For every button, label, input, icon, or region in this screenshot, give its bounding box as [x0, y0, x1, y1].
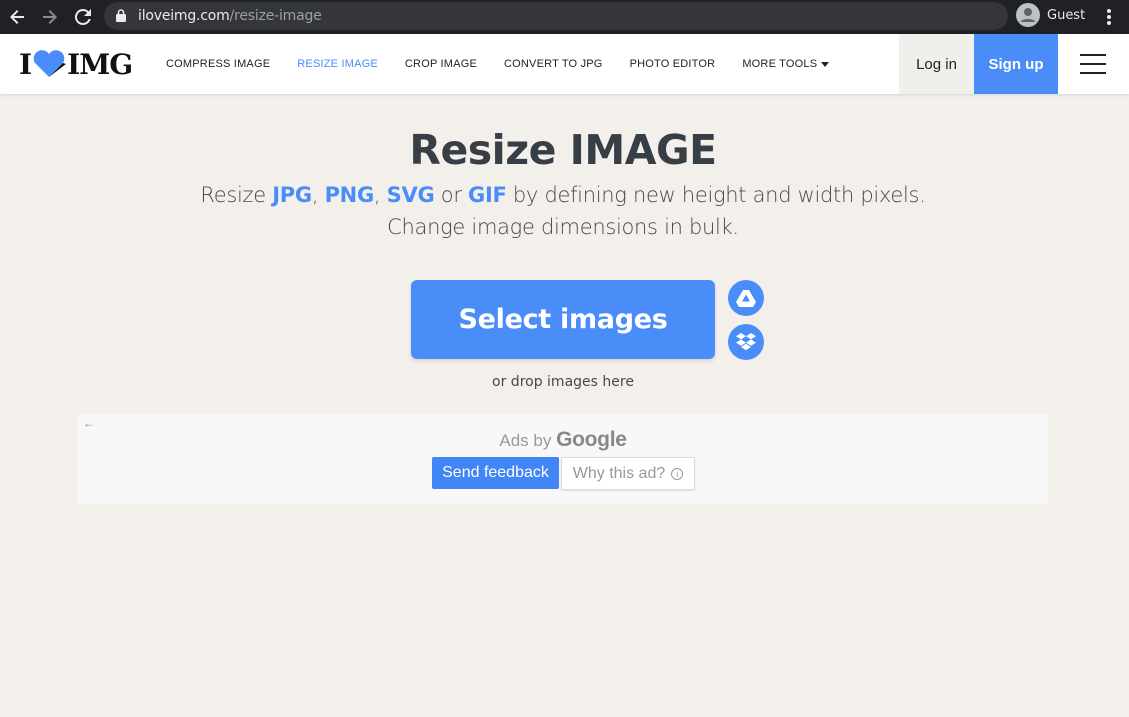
format-svg: SVG — [386, 183, 435, 207]
drop-hint: or drop images here — [492, 374, 634, 390]
send-feedback-button[interactable]: Send feedback — [432, 457, 559, 489]
forward-arrow-icon — [43, 10, 57, 24]
nav-more-tools[interactable]: MORE TOOLS — [742, 58, 830, 70]
url-text: iloveimg.com/resize-image — [138, 8, 322, 24]
hamburger-icon[interactable] — [1080, 54, 1106, 74]
reload-icon — [75, 9, 91, 25]
google-drive-icon — [736, 290, 756, 307]
browser-toolbar: iloveimg.com/resize-image Guest — [0, 0, 1129, 34]
format-jpg: JPG — [272, 183, 312, 207]
nav-crop-image[interactable]: CROP IMAGE — [405, 58, 477, 70]
lock-icon — [116, 9, 126, 22]
info-icon: i — [671, 467, 684, 480]
nav-compress-image[interactable]: COMPRESS IMAGE — [166, 58, 270, 70]
format-gif: GIF — [468, 183, 507, 207]
caret-down-icon — [821, 61, 830, 67]
heart-logo-icon — [33, 50, 67, 77]
ads-by-google: Ads by Google — [499, 428, 627, 451]
profile-button[interactable]: Guest — [1016, 2, 1090, 28]
site-header: I IMG COMPRESS IMAGE RESIZE IMAGE CROP I… — [0, 34, 1129, 94]
page-subtitle-line2: Change image dimensions in bulk. — [387, 215, 739, 239]
format-png: PNG — [324, 183, 375, 207]
page-title: Resize IMAGE — [409, 126, 717, 174]
browser-menu-button[interactable] — [1100, 5, 1118, 29]
menu-dots-icon — [1107, 9, 1111, 25]
google-drive-button[interactable] — [728, 280, 764, 316]
login-button[interactable]: Log in — [899, 34, 974, 94]
reload-button[interactable] — [71, 5, 95, 29]
signup-button[interactable]: Sign up — [974, 34, 1058, 94]
back-arrow-icon — [10, 10, 24, 24]
nav-photo-editor[interactable]: PHOTO EDITOR — [630, 58, 716, 70]
main-nav: COMPRESS IMAGE RESIZE IMAGE CROP IMAGE C… — [166, 34, 856, 94]
dropbox-icon — [736, 333, 756, 351]
why-this-ad-button[interactable]: Why this ad? i — [561, 457, 695, 490]
ad-container: ← Ads by Google Send feedback Why this a… — [78, 414, 1048, 504]
address-bar[interactable]: iloveimg.com/resize-image — [104, 2, 1008, 30]
forward-button[interactable] — [38, 5, 62, 29]
select-images-button[interactable]: Select images — [411, 280, 715, 359]
nav-convert-to-jpg[interactable]: CONVERT TO JPG — [504, 58, 603, 70]
page-subtitle: Resize JPG, PNG, SVG or GIF by defining … — [200, 183, 926, 207]
site-logo[interactable]: I IMG — [19, 48, 133, 81]
dropbox-button[interactable] — [728, 324, 764, 360]
profile-label: Guest — [1047, 7, 1086, 23]
back-button[interactable] — [5, 5, 29, 29]
nav-resize-image[interactable]: RESIZE IMAGE — [297, 58, 378, 70]
account-icon — [1016, 3, 1040, 27]
